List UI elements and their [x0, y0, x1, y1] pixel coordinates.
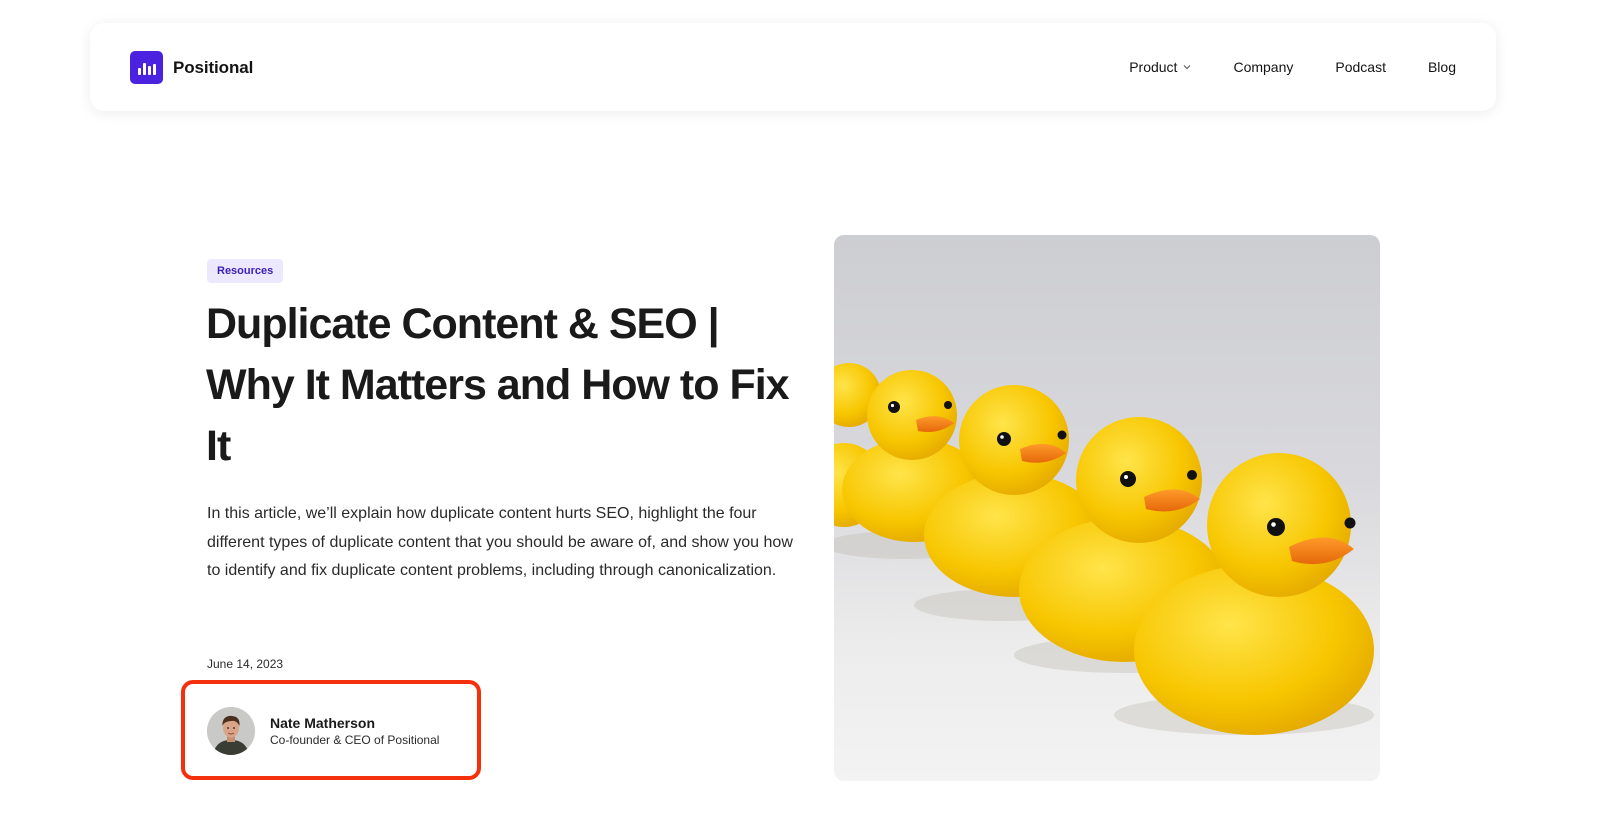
brand-name: Positional	[173, 57, 254, 77]
page: Positional Product Company Podcast Blog …	[0, 0, 1600, 839]
author-card[interactable]: Nate Matherson Co-founder & CEO of Posit…	[207, 707, 439, 755]
chevron-down-icon	[1183, 63, 1191, 71]
site-header: Positional Product Company Podcast Blog	[90, 23, 1496, 111]
nav-item-blog[interactable]: Blog	[1428, 59, 1456, 75]
avatar	[207, 707, 255, 755]
hero-image-rubber-ducks	[834, 235, 1380, 781]
author-name: Nate Matherson	[270, 715, 376, 731]
brand-logo-link[interactable]: Positional	[130, 51, 253, 84]
main-nav: Product Company Podcast Blog	[1129, 59, 1456, 75]
publish-date: June 14, 2023	[207, 657, 284, 671]
article-lead: In this article, we’ll explain how dupli…	[207, 505, 793, 579]
nav-item-company[interactable]: Company	[1233, 59, 1293, 75]
author-role: Co-founder & CEO of Positional	[270, 733, 440, 747]
nav-item-podcast[interactable]: Podcast	[1335, 59, 1386, 75]
bar-chart-icon	[130, 51, 163, 84]
nav-item-product[interactable]: Product	[1129, 59, 1191, 75]
category-tag[interactable]: Resources	[207, 259, 284, 283]
article-title: Duplicate Content & SEO | Why It Matters…	[206, 300, 790, 470]
author-text: Nate Matherson Co-founder & CEO of Posit…	[270, 714, 439, 748]
nav-item-label: Product	[1129, 59, 1178, 75]
